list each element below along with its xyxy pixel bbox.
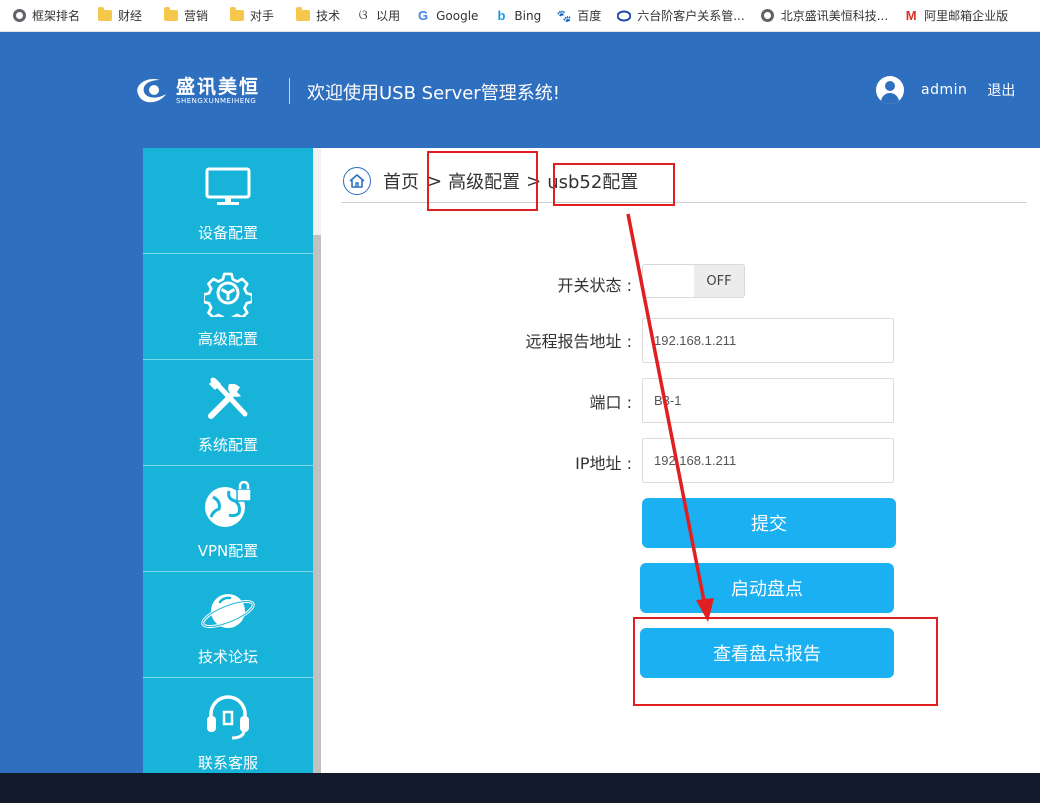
bookmark-item[interactable]: 🐾 百度: [551, 4, 607, 28]
bookmark-item[interactable]: G Google: [410, 4, 484, 28]
tools-icon: [205, 376, 251, 422]
breadcrumb-home[interactable]: 首页: [383, 168, 419, 194]
bookmark-item[interactable]: 营销: [158, 4, 214, 28]
site-icon: [617, 9, 632, 23]
headset-icon: [203, 694, 253, 740]
start-inventory-button[interactable]: 启动盘点: [640, 563, 894, 613]
sidebar-item-label: 技术论坛: [197, 648, 258, 666]
sidebar-item-system-config[interactable]: 系统配置: [143, 360, 313, 466]
header-divider: [289, 78, 290, 104]
folder-icon: [230, 7, 245, 23]
sidebar-item-label: 联系客服: [197, 754, 258, 772]
welcome-title: 欢迎使用USB Server管理系统!: [307, 83, 560, 104]
folder-icon: [164, 7, 179, 23]
ip-label: IP地址 :: [575, 454, 632, 473]
logo-subtitle: SHENGXUNMEIHENG: [176, 96, 257, 105]
bookmark-item[interactable]: M 阿里邮箱企业版: [898, 4, 1014, 28]
switch-toggle[interactable]: OFF: [642, 264, 745, 298]
bookmarks-bar: 框架排名 财经 营销 对手 技术 ଓ 以用 G Google b Bing 🐾 百度 六…: [0, 0, 1040, 32]
globe-icon: [761, 9, 775, 23]
home-icon[interactable]: [343, 167, 371, 195]
bookmark-item[interactable]: 财经: [92, 4, 148, 28]
sidebar: 设备配置 高级配置 系统配置 VPN配置 技术论坛 联系客服: [143, 148, 313, 773]
globe-lock-icon: [203, 481, 253, 528]
annotation-box-report: [633, 617, 938, 706]
toggle-state: OFF: [694, 265, 744, 297]
bookmark-item[interactable]: 框架排名: [6, 4, 86, 28]
logo-name: 盛讯美恒: [176, 75, 261, 98]
ip-input[interactable]: [642, 438, 894, 483]
globe-icon: [12, 9, 26, 23]
planet-icon: [200, 588, 256, 634]
annotation-box-current: [553, 163, 675, 206]
folder-icon: [296, 7, 311, 23]
bookmark-item[interactable]: 六台阶客户关系管...: [611, 4, 750, 28]
bookmark-item[interactable]: 对手: [224, 4, 280, 28]
baidu-icon: 🐾: [556, 8, 572, 23]
sidebar-item-device-config[interactable]: 设备配置: [143, 148, 313, 254]
logout-link[interactable]: 退出: [987, 80, 1015, 100]
sidebar-item-label: 高级配置: [197, 330, 258, 348]
sidebar-item-label: VPN配置: [197, 542, 259, 560]
port-label: 端口 :: [589, 393, 632, 412]
mail-icon: M: [905, 8, 917, 23]
scrollbar-thumb[interactable]: [313, 235, 321, 773]
submit-button[interactable]: 提交: [642, 498, 896, 548]
tool-icon: ଓ: [358, 8, 368, 23]
report-address-label: 远程报告地址 :: [525, 332, 632, 351]
google-icon: G: [418, 8, 429, 23]
switch-label: 开关状态 :: [557, 276, 632, 295]
sidebar-item-contact-support[interactable]: 联系客服: [143, 678, 313, 773]
annotation-box-level1: [427, 151, 538, 211]
monitor-icon: [204, 164, 252, 210]
folder-icon: [98, 7, 113, 23]
port-input[interactable]: [642, 378, 894, 423]
sidebar-item-vpn-config[interactable]: VPN配置: [143, 466, 313, 572]
sidebar-item-label: 系统配置: [197, 436, 258, 454]
bing-icon: b: [497, 8, 506, 23]
report-address-input[interactable]: [642, 318, 894, 363]
bookmark-item[interactable]: ଓ 以用: [350, 4, 406, 28]
logo-swirl-icon: [132, 74, 172, 108]
bookmark-item[interactable]: b Bing: [488, 4, 547, 28]
bookmark-item[interactable]: 技术: [290, 4, 346, 28]
avatar[interactable]: [876, 76, 904, 104]
username[interactable]: admin: [921, 82, 967, 98]
app-header: 盛讯美恒 SHENGXUNMEIHENG 欢迎使用USB Server管理系统!…: [0, 32, 1040, 148]
user-area: admin 退出: [876, 76, 1015, 104]
toggle-knob: [643, 265, 694, 297]
sidebar-item-label: 设备配置: [197, 224, 258, 242]
gear-icon: [204, 270, 252, 317]
sidebar-item-tech-forum[interactable]: 技术论坛: [143, 572, 313, 678]
taskbar: [0, 773, 1040, 803]
logo: 盛讯美恒 SHENGXUNMEIHENG: [132, 74, 260, 108]
bookmark-item[interactable]: 北京盛讯美恒科技...: [755, 4, 894, 28]
sidebar-item-advanced-config[interactable]: 高级配置: [143, 254, 313, 360]
